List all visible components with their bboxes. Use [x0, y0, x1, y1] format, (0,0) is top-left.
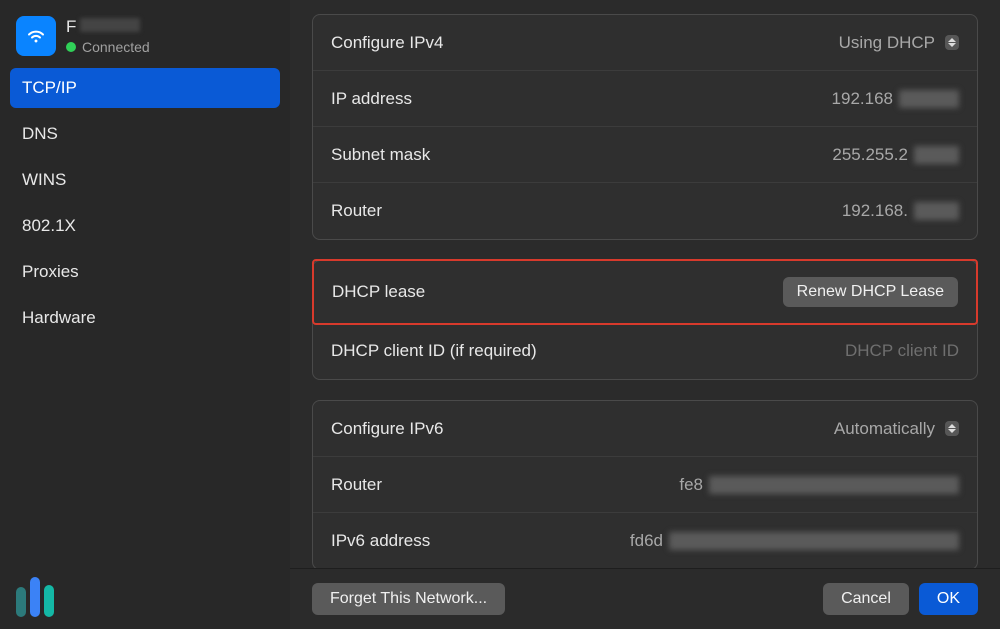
ok-button[interactable]: OK [919, 583, 978, 615]
router-v4-label: Router [331, 201, 382, 221]
main-panel: Configure IPv4 Using DHCP IP address 192… [290, 0, 1000, 629]
sidebar-item-proxies[interactable]: Proxies [10, 252, 280, 292]
renew-dhcp-button[interactable]: Renew DHCP Lease [783, 277, 958, 307]
ipv6-address-label: IPv6 address [331, 531, 430, 551]
ipv6-address-value: fd6d [630, 531, 959, 551]
dhcp-client-id-input[interactable]: DHCP client ID [845, 341, 959, 361]
logo-bar-icon [16, 587, 26, 617]
footer-bar: Forget This Network... Cancel OK [290, 568, 1000, 629]
row-router-v4: Router 192.168. [313, 183, 977, 239]
cancel-button[interactable]: Cancel [823, 583, 909, 615]
sidebar: F Connected TCP/IP DNS WINS 802.1X Proxi… [0, 0, 290, 629]
ipv4-group: Configure IPv4 Using DHCP IP address 192… [312, 14, 978, 240]
connection-status: Connected [66, 39, 150, 55]
row-dhcp-lease: DHCP lease Renew DHCP Lease [314, 261, 976, 323]
sidebar-item-tcpip[interactable]: TCP/IP [10, 68, 280, 108]
router-v6-label: Router [331, 475, 382, 495]
logo-bar-icon [44, 585, 54, 617]
sidebar-item-8021x[interactable]: 802.1X [10, 206, 280, 246]
forget-network-button[interactable]: Forget This Network... [312, 583, 505, 615]
network-header: F Connected [0, 12, 290, 68]
sidebar-item-wins[interactable]: WINS [10, 160, 280, 200]
router-v6-value: fe8 [679, 475, 959, 495]
network-name: F [66, 17, 150, 37]
ip-address-value: 192.168 [832, 89, 959, 109]
dhcp-lease-label: DHCP lease [332, 282, 425, 302]
chevron-updown-icon [945, 35, 959, 50]
chevron-updown-icon [945, 421, 959, 436]
row-subnet-mask: Subnet mask 255.255.2 [313, 127, 977, 183]
router-v4-value: 192.168. [842, 201, 959, 221]
row-ip-address: IP address 192.168 [313, 71, 977, 127]
configure-ipv6-select[interactable]: Automatically [834, 419, 959, 439]
row-ipv6-address: IPv6 address fd6d [313, 513, 977, 568]
redacted-text [899, 90, 959, 108]
dhcp-client-id-label: DHCP client ID (if required) [331, 341, 537, 361]
ipv6-group: Configure IPv6 Automatically Router fe8 … [312, 400, 978, 568]
redacted-text [709, 476, 959, 494]
status-dot-icon [66, 42, 76, 52]
configure-ipv4-label: Configure IPv4 [331, 33, 443, 53]
sidebar-list: TCP/IP DNS WINS 802.1X Proxies Hardware [0, 68, 290, 344]
subnet-mask-value: 255.255.2 [832, 145, 959, 165]
row-dhcp-client-id: DHCP client ID (if required) DHCP client… [313, 323, 977, 379]
sidebar-item-dns[interactable]: DNS [10, 114, 280, 154]
configure-ipv6-label: Configure IPv6 [331, 419, 443, 439]
wifi-icon [16, 16, 56, 56]
highlight-annotation: DHCP lease Renew DHCP Lease [312, 259, 978, 325]
row-configure-ipv6: Configure IPv6 Automatically [313, 401, 977, 457]
redacted-text [669, 532, 959, 550]
subnet-mask-label: Subnet mask [331, 145, 430, 165]
dhcp-group: DHCP lease Renew DHCP Lease DHCP client … [312, 260, 978, 380]
content-scroll: Configure IPv4 Using DHCP IP address 192… [290, 0, 1000, 568]
row-configure-ipv4: Configure IPv4 Using DHCP [313, 15, 977, 71]
row-router-v6: Router fe8 [313, 457, 977, 513]
configure-ipv4-select[interactable]: Using DHCP [839, 33, 959, 53]
redacted-text [914, 146, 959, 164]
sidebar-item-hardware[interactable]: Hardware [10, 298, 280, 338]
brand-logo [16, 577, 54, 617]
network-info: F Connected [66, 17, 150, 55]
ip-address-label: IP address [331, 89, 412, 109]
redacted-text [80, 18, 140, 32]
logo-bar-icon [30, 577, 40, 617]
redacted-text [914, 202, 959, 220]
